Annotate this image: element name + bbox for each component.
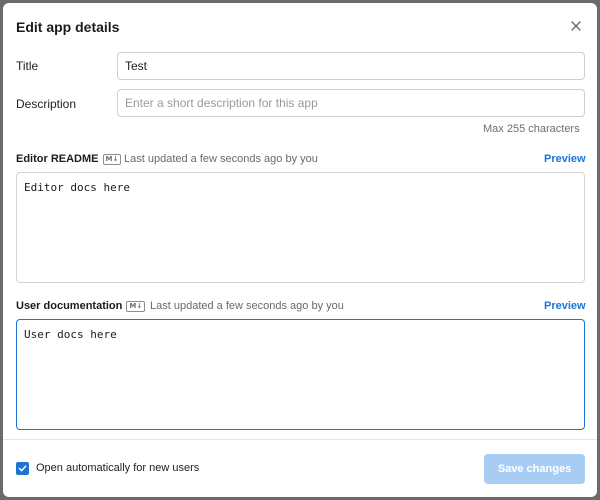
open-automatically-checkbox[interactable] bbox=[16, 462, 29, 475]
editor-readme-textarea[interactable]: Editor docs here bbox=[16, 172, 585, 283]
description-input[interactable] bbox=[117, 89, 585, 117]
description-hint: Max 255 characters bbox=[483, 123, 580, 135]
user-docs-textarea[interactable]: User docs here bbox=[16, 319, 585, 430]
checkmark-icon bbox=[18, 465, 27, 472]
editor-readme-updated: Last updated a few seconds ago by you bbox=[124, 153, 318, 165]
description-label: Description bbox=[16, 97, 77, 111]
title-label: Title bbox=[16, 59, 39, 73]
edit-app-dialog: Edit app details Title Description Max 2… bbox=[3, 3, 597, 497]
title-input[interactable] bbox=[117, 52, 585, 80]
editor-readme-header: Editor README M↓ bbox=[16, 153, 122, 165]
close-button[interactable] bbox=[567, 17, 585, 35]
markdown-icon: M↓ bbox=[102, 153, 122, 165]
dialog-title: Edit app details bbox=[16, 19, 120, 35]
user-docs-header: User documentation M↓ bbox=[16, 300, 146, 312]
editor-readme-preview-link[interactable]: Preview bbox=[544, 153, 586, 165]
user-docs-updated: Last updated a few seconds ago by you bbox=[150, 300, 344, 312]
user-docs-label: User documentation bbox=[16, 300, 123, 312]
open-automatically-label[interactable]: Open automatically for new users bbox=[36, 462, 199, 474]
markdown-icon: M↓ bbox=[126, 300, 146, 312]
close-icon bbox=[571, 21, 581, 31]
user-docs-preview-link[interactable]: Preview bbox=[544, 300, 586, 312]
editor-readme-label: Editor README bbox=[16, 153, 99, 165]
footer-divider bbox=[3, 439, 597, 440]
save-changes-button[interactable]: Save changes bbox=[484, 454, 585, 484]
